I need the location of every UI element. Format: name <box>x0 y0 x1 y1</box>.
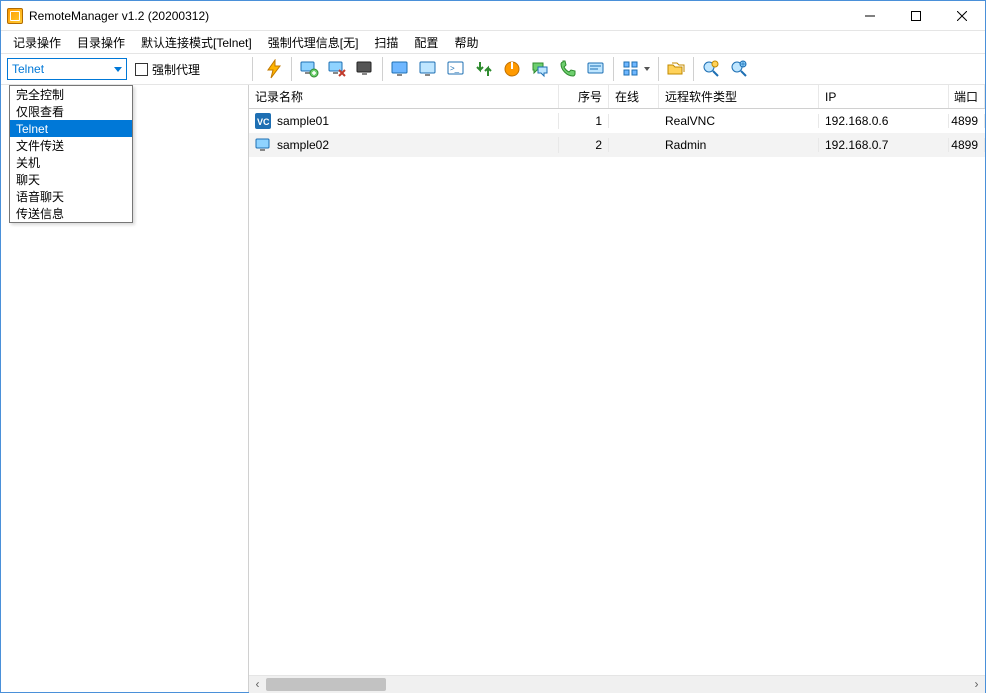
force-proxy-label: 强制代理 <box>152 61 200 78</box>
maximize-button[interactable] <box>893 1 939 31</box>
table-row[interactable]: sample02 2 Radmin 192.168.0.7 4899 <box>249 133 985 157</box>
main-panel: 记录名称 序号 在线 远程软件类型 IP 端口 VC sample01 1 Re… <box>249 85 985 692</box>
menu-help[interactable]: 帮助 <box>448 32 484 53</box>
vnc-icon: VC <box>255 113 271 129</box>
message-icon[interactable] <box>583 56 609 82</box>
menu-config[interactable]: 配置 <box>408 32 444 53</box>
mode-dropdown-list[interactable]: 完全控制 仅限查看 Telnet 文件传送 关机 聊天 语音聊天 传送信息 <box>9 85 133 223</box>
chevron-down-icon <box>114 67 122 72</box>
lightning-icon[interactable] <box>261 56 287 82</box>
menu-record-ops[interactable]: 记录操作 <box>7 32 67 53</box>
mode-combo-value: Telnet <box>12 62 44 76</box>
checkbox-box <box>135 63 148 76</box>
svg-text:>_: >_ <box>450 64 460 73</box>
col-header-port[interactable]: 端口 <box>949 85 985 108</box>
cell-port: 4899 <box>949 138 985 152</box>
menubar: 记录操作 目录操作 默认连接模式[Telnet] 强制代理信息[无] 扫描 配置… <box>1 31 985 53</box>
close-button[interactable] <box>939 1 985 31</box>
menu-scan[interactable]: 扫描 <box>368 32 404 53</box>
monitor-remove-icon[interactable] <box>324 56 350 82</box>
scroll-track[interactable] <box>266 676 968 693</box>
dropdown-item-chat[interactable]: 聊天 <box>10 171 132 188</box>
toolbar: Telnet 强制代理 >_ <box>1 53 985 85</box>
toolbar-icons: >_ <box>256 56 753 82</box>
folders-icon[interactable] <box>663 56 689 82</box>
dropdown-item-full-control[interactable]: 完全控制 <box>10 86 132 103</box>
svg-text:C: C <box>263 117 270 127</box>
grid-body: VC sample01 1 RealVNC 192.168.0.6 4899 s… <box>249 109 985 675</box>
dropdown-item-shutdown[interactable]: 关机 <box>10 154 132 171</box>
radmin-icon <box>255 137 271 153</box>
scroll-thumb[interactable] <box>266 678 386 691</box>
grid-header: 记录名称 序号 在线 远程软件类型 IP 端口 <box>249 85 985 109</box>
cell-seq: 2 <box>559 138 609 152</box>
cell-type: Radmin <box>659 138 819 152</box>
minimize-button[interactable] <box>847 1 893 31</box>
mode-combo[interactable]: Telnet <box>7 58 127 80</box>
col-header-seq[interactable]: 序号 <box>559 85 609 108</box>
terminal-icon[interactable]: >_ <box>443 56 469 82</box>
cell-ip: 192.168.0.6 <box>819 114 949 128</box>
scroll-left-arrow[interactable]: ‹ <box>249 676 266 693</box>
force-proxy-checkbox[interactable]: 强制代理 <box>135 61 200 78</box>
phone-icon[interactable] <box>555 56 581 82</box>
toolbar-left: Telnet 强制代理 <box>1 58 249 80</box>
titlebar: RemoteManager v1.2 (20200312) <box>1 1 985 31</box>
scroll-right-arrow[interactable]: › <box>968 676 985 693</box>
app-icon <box>7 8 23 24</box>
col-header-name[interactable]: 记录名称 <box>249 85 559 108</box>
dropdown-item-telnet[interactable]: Telnet <box>10 120 132 137</box>
menu-folder-ops[interactable]: 目录操作 <box>71 32 131 53</box>
cell-ip: 192.168.0.7 <box>819 138 949 152</box>
menu-force-proxy[interactable]: 强制代理信息[无] <box>262 32 365 53</box>
col-header-online[interactable]: 在线 <box>609 85 659 108</box>
sidebar: B D 完全控制 仅限查看 Telnet 文件传送 关机 聊天 语音聊天 传送信… <box>1 85 249 692</box>
monitor-view-icon[interactable] <box>415 56 441 82</box>
col-header-type[interactable]: 远程软件类型 <box>659 85 819 108</box>
cell-port: 4899 <box>949 114 985 128</box>
monitor-full-icon[interactable] <box>387 56 413 82</box>
body: B D 完全控制 仅限查看 Telnet 文件传送 关机 聊天 语音聊天 传送信… <box>1 85 985 692</box>
scan-local-icon[interactable] <box>698 56 724 82</box>
cell-name: sample01 <box>277 114 329 128</box>
cell-name: sample02 <box>277 138 329 152</box>
chat-icon[interactable] <box>527 56 553 82</box>
dropdown-item-file-transfer[interactable]: 文件传送 <box>10 137 132 154</box>
monitor-add-icon[interactable] <box>296 56 322 82</box>
scan-global-icon[interactable] <box>726 56 752 82</box>
app-window: RemoteManager v1.2 (20200312) 记录操作 目录操作 … <box>0 0 986 693</box>
dropdown-item-view-only[interactable]: 仅限查看 <box>10 103 132 120</box>
transfer-icon[interactable] <box>471 56 497 82</box>
col-header-ip[interactable]: IP <box>819 85 949 108</box>
cell-seq: 1 <box>559 114 609 128</box>
window-title: RemoteManager v1.2 (20200312) <box>29 9 209 23</box>
power-icon[interactable] <box>499 56 525 82</box>
monitor-dark-icon[interactable] <box>352 56 378 82</box>
grid-view-dropdown[interactable] <box>618 56 654 82</box>
dropdown-item-send-message[interactable]: 传送信息 <box>10 205 132 222</box>
dropdown-item-voice-chat[interactable]: 语音聊天 <box>10 188 132 205</box>
cell-type: RealVNC <box>659 114 819 128</box>
table-row[interactable]: VC sample01 1 RealVNC 192.168.0.6 4899 <box>249 109 985 133</box>
horizontal-scrollbar[interactable]: ‹ › <box>249 675 985 692</box>
menu-default-mode[interactable]: 默认连接模式[Telnet] <box>135 32 258 53</box>
